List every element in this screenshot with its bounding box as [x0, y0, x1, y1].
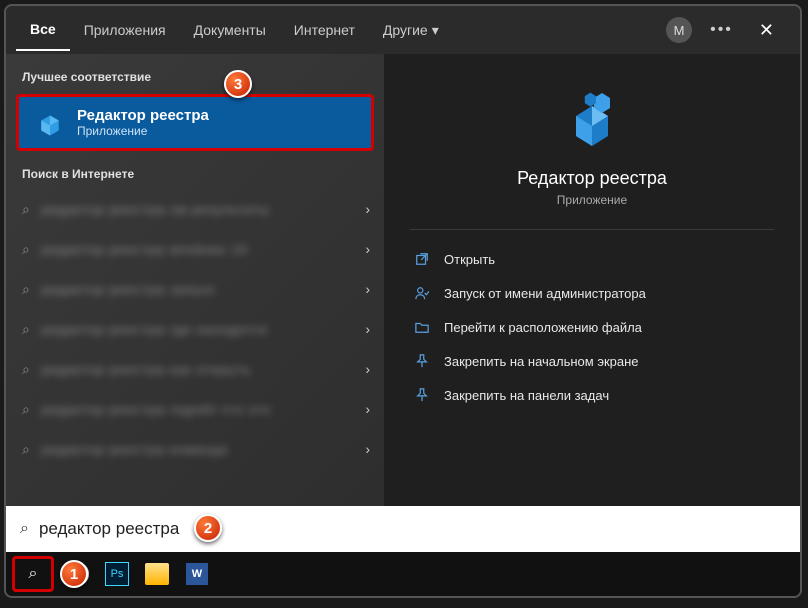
- best-match-title: Редактор реестра: [77, 107, 209, 124]
- web-result[interactable]: ⌕ редактор реестра где находится ›: [6, 309, 384, 349]
- chevron-right-icon: ›: [365, 241, 370, 257]
- preview-title: Редактор реестра: [410, 168, 774, 189]
- action-label: Запуск от имени администратора: [444, 286, 646, 301]
- web-result-text: редактор реестра как открыть: [42, 362, 251, 377]
- annotation-3: 3: [224, 70, 252, 98]
- chevron-right-icon: ›: [365, 441, 370, 457]
- best-match-result[interactable]: Редактор реестра Приложение: [16, 94, 374, 151]
- tab-other[interactable]: Другие ▾: [369, 9, 453, 51]
- chevron-right-icon: ›: [365, 201, 370, 217]
- results-panel: Лучшее соответствие Редактор реестра: [6, 54, 384, 506]
- close-icon[interactable]: ✕: [751, 16, 782, 45]
- avatar[interactable]: M: [666, 17, 692, 43]
- web-result-text: редактор реестра запуск: [42, 282, 215, 297]
- action-run-admin[interactable]: Запуск от имени администратора: [410, 276, 774, 310]
- web-result-text: редактор реестра команда: [42, 442, 228, 457]
- header-right: M ••• ✕: [666, 16, 790, 45]
- action-pin-start[interactable]: Закрепить на начальном экране: [410, 344, 774, 378]
- annotation-1: 1: [60, 560, 88, 588]
- search-icon: ⌕: [22, 241, 30, 258]
- action-label: Закрепить на начальном экране: [444, 354, 639, 369]
- tab-documents[interactable]: Документы: [180, 9, 280, 51]
- search-icon: ⌕: [22, 441, 30, 458]
- action-label: Закрепить на панели задач: [444, 388, 609, 403]
- web-result[interactable]: ⌕ редактор реестра запуск ›: [6, 269, 384, 309]
- word-icon: W: [186, 563, 208, 585]
- web-result-text: редактор реестра windows 10: [42, 242, 248, 257]
- taskbar: ⌕ Я Ps W: [6, 552, 800, 596]
- best-match-subtitle: Приложение: [77, 124, 209, 138]
- web-result[interactable]: ⌕ редактор реестра см результаты ›: [6, 189, 384, 229]
- search-icon: ⌕: [22, 281, 30, 298]
- action-label: Перейти к расположению файла: [444, 320, 642, 335]
- web-result[interactable]: ⌕ редактор реестра как открыть ›: [6, 349, 384, 389]
- action-open-location[interactable]: Перейти к расположению файла: [410, 310, 774, 344]
- start-search-window: Все Приложения Документы Интернет Другие…: [4, 4, 802, 598]
- tab-internet[interactable]: Интернет: [280, 9, 369, 51]
- regedit-icon-large: [560, 90, 624, 154]
- pin-taskbar-icon: [414, 387, 430, 403]
- action-pin-taskbar[interactable]: Закрепить на панели задач: [410, 378, 774, 412]
- search-input[interactable]: [39, 519, 786, 539]
- search-icon: ⌕: [22, 401, 30, 418]
- regedit-icon: [35, 108, 65, 138]
- web-result-text: редактор реестра см результаты: [42, 202, 270, 217]
- preview-subtitle: Приложение: [410, 193, 774, 207]
- section-best-match: Лучшее соответствие: [6, 60, 384, 92]
- web-result-text: редактор реестра regedit что это: [42, 402, 271, 417]
- web-result[interactable]: ⌕ редактор реестра windows 10 ›: [6, 229, 384, 269]
- taskbar-search-button[interactable]: ⌕: [12, 556, 54, 592]
- admin-icon: [414, 285, 430, 301]
- search-icon: ⌕: [22, 361, 30, 378]
- tab-all[interactable]: Все: [16, 9, 70, 51]
- action-label: Открыть: [444, 252, 495, 267]
- search-icon: ⌕: [20, 520, 29, 538]
- taskbar-word[interactable]: W: [180, 557, 214, 591]
- folder-icon: [145, 563, 169, 585]
- web-result[interactable]: ⌕ редактор реестра regedit что это ›: [6, 389, 384, 429]
- taskbar-photoshop[interactable]: Ps: [100, 557, 134, 591]
- open-icon: [414, 251, 430, 267]
- chevron-right-icon: ›: [365, 281, 370, 297]
- chevron-right-icon: ›: [365, 361, 370, 377]
- action-open[interactable]: Открыть: [410, 242, 774, 276]
- more-icon[interactable]: •••: [710, 21, 733, 39]
- folder-icon: [414, 319, 430, 335]
- preview-header: Редактор реестра Приложение: [410, 90, 774, 207]
- web-result[interactable]: ⌕ редактор реестра команда ›: [6, 429, 384, 469]
- chevron-right-icon: ›: [365, 321, 370, 337]
- best-match-text: Редактор реестра Приложение: [77, 107, 209, 138]
- section-web-search: Поиск в Интернете: [6, 157, 384, 189]
- body: Лучшее соответствие Редактор реестра: [6, 54, 800, 506]
- chevron-down-icon: ▾: [432, 22, 439, 39]
- pin-start-icon: [414, 353, 430, 369]
- tab-apps[interactable]: Приложения: [70, 9, 180, 51]
- annotation-2: 2: [194, 514, 222, 542]
- filter-tabs: Все Приложения Документы Интернет Другие…: [16, 9, 666, 51]
- web-result-text: редактор реестра где находится: [42, 322, 267, 337]
- photoshop-icon: Ps: [105, 562, 129, 586]
- search-icon: ⌕: [29, 565, 38, 583]
- taskbar-explorer[interactable]: [140, 557, 174, 591]
- search-icon: ⌕: [22, 321, 30, 338]
- search-bar[interactable]: ⌕: [6, 506, 800, 552]
- header: Все Приложения Документы Интернет Другие…: [6, 6, 800, 54]
- search-icon: ⌕: [22, 201, 30, 218]
- divider: [410, 229, 774, 230]
- preview-panel: Редактор реестра Приложение Открыть Запу…: [384, 54, 800, 506]
- chevron-right-icon: ›: [365, 401, 370, 417]
